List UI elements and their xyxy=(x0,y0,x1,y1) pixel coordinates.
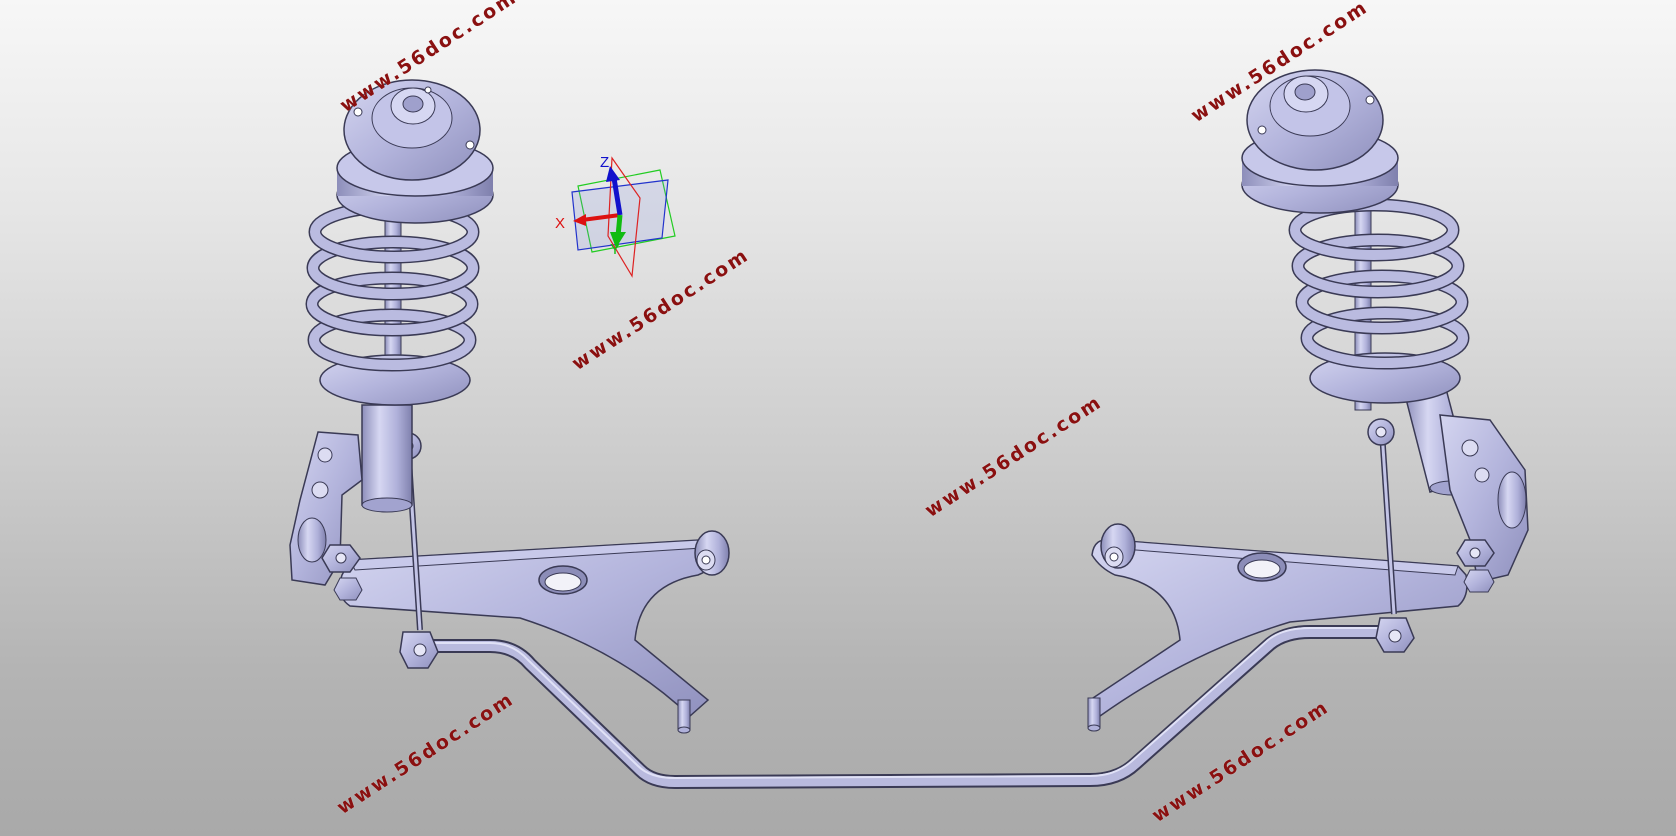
y-axis-label: Y xyxy=(610,241,620,258)
z-axis-label: Z xyxy=(600,154,609,171)
left-lower-control-arm[interactable] xyxy=(339,530,730,734)
3d-viewport[interactable]: X Z Y www.56doc.com www.56doc.com www.56… xyxy=(0,0,1676,836)
x-axis-label: X xyxy=(555,215,565,232)
right-coil-spring-strut[interactable] xyxy=(1241,69,1475,496)
axis-compass[interactable]: X Z Y xyxy=(555,154,676,278)
assembly-model[interactable]: X Z Y xyxy=(0,0,1676,836)
right-stabilizer-link[interactable] xyxy=(1367,418,1415,653)
